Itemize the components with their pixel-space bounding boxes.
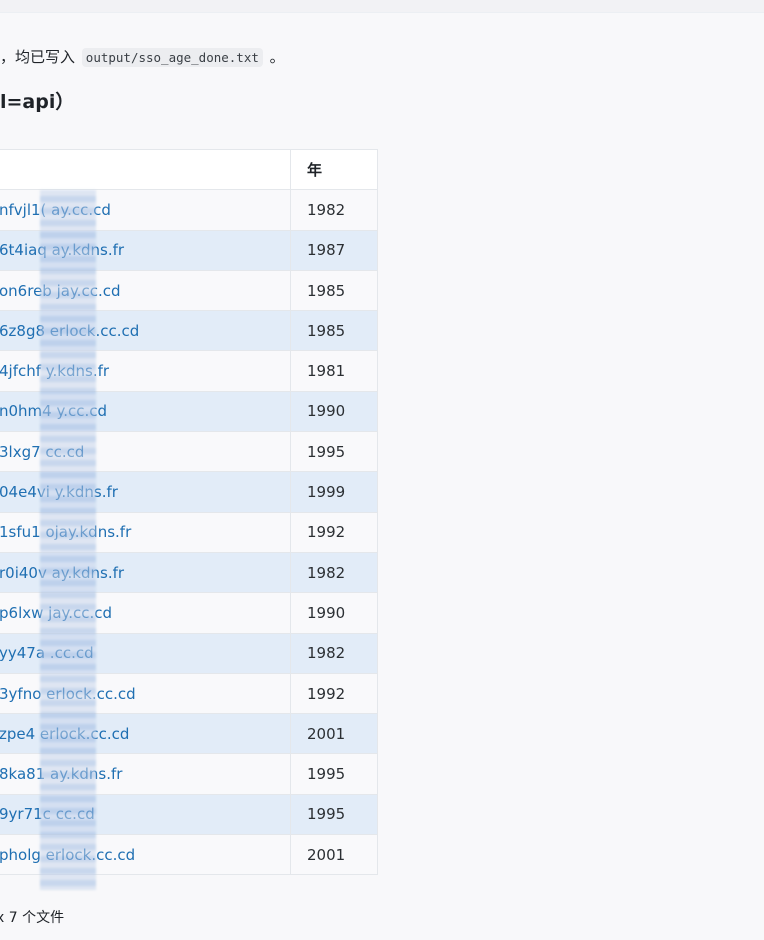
host-link[interactable]: pholg erlock.cc.cd [0, 834, 291, 876]
host-link[interactable]: 4jfchf y.kdns.fr [0, 350, 291, 392]
table-row: 3yfno erlock.cc.cd 1992 [0, 672, 378, 715]
table-row: 6t4iaq ay.kdns.fr 1987 [0, 229, 378, 271]
host-link[interactable]: n0hm4 y.cc.cd [0, 390, 291, 433]
host-link[interactable]: 04e4vi y.kdns.fr [0, 471, 291, 513]
host-link[interactable]: 9yr71c cc.cd [0, 793, 291, 836]
table-row: zpe4 erlock.cc.cd 2001 [0, 713, 378, 755]
host-link[interactable]: r0i40v ay.kdns.fr [0, 551, 291, 594]
table-row: nfvjl1( ay.cc.cd 1982 [0, 189, 378, 231]
year-cell: 1987 [290, 229, 378, 271]
table-row: on6reb jay.cc.cd 1985 [0, 269, 378, 312]
year-cell: 1982 [290, 632, 378, 674]
year-cell: 2001 [290, 834, 378, 876]
table-row: 8ka81 ay.kdns.fr 1995 [0, 753, 378, 795]
year-cell: 2001 [290, 713, 378, 755]
year-cell: 1999 [290, 471, 378, 513]
year-cell: 1990 [290, 592, 378, 634]
status-message: ，均已写入 output/sso_age_done.txt 。 [0, 46, 285, 69]
year-cell: 1985 [290, 269, 378, 312]
host-link[interactable]: 3yfno erlock.cc.cd [0, 672, 291, 715]
host-link[interactable]: p6lxw jay.cc.cd [0, 592, 291, 634]
table-row: yy47a .cc.cd 1982 [0, 632, 378, 674]
table-row: 9yr71c cc.cd 1995 [0, 793, 378, 836]
host-link[interactable]: zpe4 erlock.cc.cd [0, 713, 291, 755]
table-row: pholg erlock.cc.cd 2001 [0, 834, 378, 876]
status-message-suffix: 。 [269, 48, 285, 66]
host-link[interactable]: 6t4iaq ay.kdns.fr [0, 229, 291, 271]
host-link[interactable]: 8ka81 ay.kdns.fr [0, 753, 291, 795]
year-cell: 1985 [290, 310, 378, 352]
results-table: 年 nfvjl1( ay.cc.cd 1982 6t4iaq ay.kdns.fr 1… [0, 148, 378, 876]
table-row: n0hm4 y.cc.cd 1990 [0, 390, 378, 433]
host-link[interactable]: 1sfu1 ojay.kdns.fr [0, 511, 291, 553]
host-link[interactable]: 3lxg7 cc.cd [0, 431, 291, 473]
table-row: 4jfchf y.kdns.fr 1981 [0, 350, 378, 392]
host-link[interactable]: on6reb jay.cc.cd [0, 269, 291, 312]
year-cell: 1992 [290, 672, 378, 715]
table-row: 6z8g8 erlock.cc.cd 1985 [0, 310, 378, 352]
year-cell: 1981 [290, 350, 378, 392]
year-cell: 1995 [290, 431, 378, 473]
section-heading: l=api） [0, 91, 75, 113]
year-cell: 1990 [290, 390, 378, 433]
footer-summary: x 7 个文件 [0, 910, 65, 926]
year-cell: 1995 [290, 753, 378, 795]
table-row: 1sfu1 ojay.kdns.fr 1992 [0, 511, 378, 553]
table-row: p6lxw jay.cc.cd 1990 [0, 592, 378, 634]
year-cell: 1992 [290, 511, 378, 553]
status-message-text: ，均已写入 [0, 48, 76, 66]
host-link[interactable]: nfvjl1( ay.cc.cd [0, 189, 291, 231]
table-row: 04e4vi y.kdns.fr 1999 [0, 471, 378, 513]
host-link[interactable]: yy47a .cc.cd [0, 632, 291, 674]
top-toolbar [0, 0, 764, 13]
column-header-year: 年 [290, 148, 378, 191]
output-file-path: output/sso_age_done.txt [81, 48, 263, 67]
column-header-host [0, 148, 291, 191]
year-cell: 1982 [290, 189, 378, 231]
table-row: r0i40v ay.kdns.fr 1982 [0, 551, 378, 594]
year-cell: 1982 [290, 551, 378, 594]
year-cell: 1995 [290, 793, 378, 836]
table-row: 3lxg7 cc.cd 1995 [0, 431, 378, 473]
host-link[interactable]: 6z8g8 erlock.cc.cd [0, 310, 291, 352]
